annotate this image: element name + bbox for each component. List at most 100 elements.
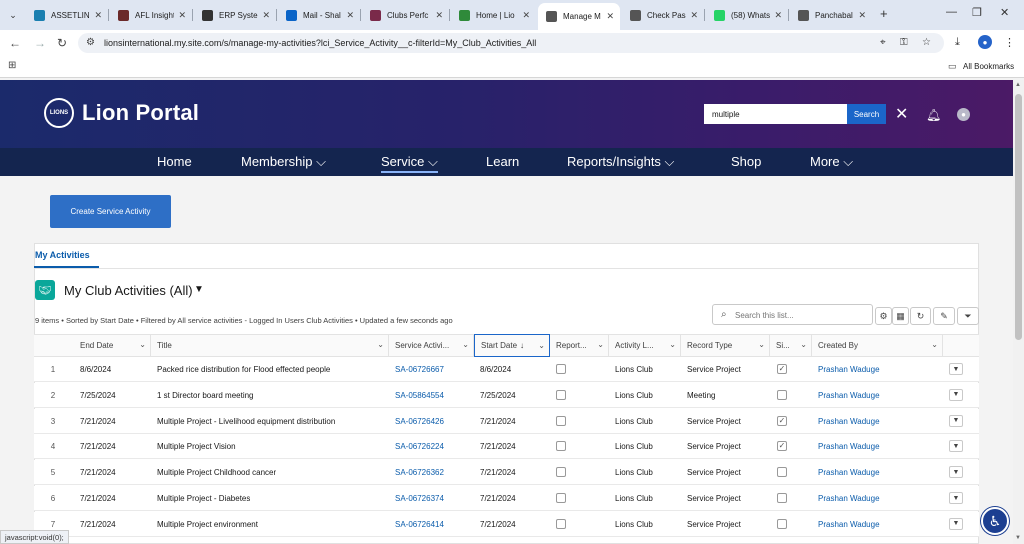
accessibility-icon[interactable]: ♿︎ [981,507,1009,535]
column-header-service-activi[interactable]: Service Activi... ⌄ [389,334,474,357]
browser-tab[interactable]: Manage M ✕ [538,3,620,30]
user-avatar-icon[interactable]: ● [957,108,970,121]
tab-close-icon[interactable]: ✕ [690,10,698,21]
chevron-down-icon[interactable]: ⌄ [462,340,469,349]
row-action-chevron-icon[interactable]: ▼ [949,517,963,530]
back-icon[interactable]: ← [9,36,21,50]
browser-tab[interactable]: Check Pass ✕ [622,4,704,26]
url-field[interactable]: ⚙ lionsinternational.my.site.com/s/manag… [78,33,944,53]
nav-item-more[interactable]: More ⌵ [810,154,853,170]
search-list-box[interactable]: ⌕ [712,304,873,325]
bell-icon[interactable]: 🔔︎ [926,108,941,122]
chevron-down-icon[interactable]: ⌄ [758,340,765,349]
tab-search-icon[interactable]: ⌄ [4,6,22,24]
browser-tab[interactable]: AFL Insight ✕ [110,4,192,26]
cell-created-by-link[interactable]: Prashan Waduge [818,494,880,503]
chevron-down-icon[interactable]: ⌄ [931,340,938,349]
row-action-chevron-icon[interactable]: ▼ [949,492,963,504]
portal-title[interactable]: Lion Portal [82,100,199,126]
row-action-chevron-icon[interactable]: ▼ [949,388,963,401]
site-info-icon[interactable]: ⚙ [86,37,95,48]
cell-activity-id-link[interactable]: SA-06726224 [395,442,444,451]
window-close-icon[interactable]: ✕ [1000,6,1009,19]
edit-pencil-icon[interactable]: ✎ [933,307,955,325]
location-icon[interactable]: ⌖ [880,37,886,48]
minimize-icon[interactable]: — [946,6,957,18]
browser-tab[interactable]: (58) Whats ✕ [706,4,788,26]
apps-grid-icon[interactable]: ⊞ [8,60,16,71]
cell-created-by-link[interactable]: Prashan Waduge [818,417,880,426]
password-key-icon[interactable]: ⚿ [900,37,908,48]
scrollbar-thumb[interactable] [1015,94,1022,340]
browser-menu-icon[interactable]: ⋮ [1004,36,1015,49]
nav-item-service[interactable]: Service ⌵ [381,154,438,173]
tab-close-icon[interactable]: ✕ [346,10,354,21]
cell-created-by-link[interactable]: Prashan Waduge [818,442,880,451]
portal-search-input[interactable] [704,104,848,124]
chevron-down-icon[interactable]: ⌄ [597,340,604,349]
browser-tab[interactable]: Panchabal ✕ [790,4,872,26]
list-view-caret-icon[interactable]: ▼ [194,284,204,295]
search-button[interactable]: Search [847,104,886,124]
column-header-title[interactable]: Title ⌄ [151,334,389,357]
tab-close-icon[interactable]: ✕ [435,10,443,21]
cell-activity-id-link[interactable]: SA-05864554 [395,391,444,400]
close-icon[interactable]: ✕ [895,104,908,124]
tab-close-icon[interactable]: ✕ [606,11,614,22]
column-header-si[interactable]: Si... ⌄ [770,334,812,357]
bookmark-star-icon[interactable]: ☆ [922,37,931,48]
cell-activity-id-link[interactable]: SA-06726426 [395,417,444,426]
chevron-down-icon[interactable]: ⌄ [377,340,384,349]
nav-item-learn[interactable]: Learn [486,154,519,169]
column-header-report[interactable]: Report... ⌄ [550,334,609,357]
new-tab-icon[interactable]: + [880,6,888,21]
scroll-down-icon[interactable]: ▼ [1015,535,1021,541]
list-view-title[interactable]: My Club Activities (All) [64,283,193,298]
scroll-up-icon[interactable]: ▲ [1015,82,1021,88]
url-text[interactable]: lionsinternational.my.site.com/s/manage-… [104,38,536,48]
cell-created-by-link[interactable]: Prashan Waduge [818,520,880,529]
row-action-chevron-icon[interactable]: ▼ [949,466,963,479]
create-service-activity-button[interactable]: Create Service Activity [50,195,171,228]
search-list-input[interactable] [735,308,870,322]
cell-activity-id-link[interactable]: SA-06726362 [395,468,444,477]
column-header-end-date[interactable]: End Date ⌄ [74,334,151,357]
nav-item-reports-insights[interactable]: Reports/Insights ⌵ [567,154,674,170]
browser-tab[interactable]: Mail - Shal ✕ [278,4,360,26]
tab-close-icon[interactable]: ✕ [178,10,186,21]
all-bookmarks-link[interactable]: All Bookmarks [963,62,1014,71]
reload-icon[interactable]: ↻ [57,36,67,50]
lions-logo[interactable]: LIONS [44,98,74,128]
column-header-record-type[interactable]: Record Type ⌄ [681,334,770,357]
column-header-created-by[interactable]: Created By ⌄ [812,334,943,357]
chevron-down-icon[interactable]: ⌄ [669,340,676,349]
column-header-start-date[interactable]: Start Date ↓ ⌄ [474,334,550,357]
row-action-chevron-icon[interactable]: ▼ [949,440,963,453]
restore-icon[interactable]: ❐ [972,6,982,19]
cell-created-by-link[interactable]: Prashan Waduge [818,468,880,477]
profile-icon[interactable]: ● [978,35,992,49]
chevron-down-icon[interactable]: ⌄ [800,340,807,349]
tab-close-icon[interactable]: ✕ [522,10,530,21]
tab-close-icon[interactable]: ✕ [94,10,102,21]
cell-created-by-link[interactable]: Prashan Waduge [818,391,880,400]
cell-activity-id-link[interactable]: SA-06726414 [395,520,444,529]
browser-tab[interactable]: Clubs Perfc ✕ [362,4,449,26]
cell-activity-id-link[interactable]: SA-06726667 [395,365,444,374]
cell-activity-id-link[interactable]: SA-06726374 [395,494,444,503]
browser-tab[interactable]: ERP System ✕ [194,4,276,26]
chevron-down-icon[interactable]: ⌄ [538,341,545,350]
browser-tab[interactable]: Home | Lio ✕ [451,4,536,26]
download-icon[interactable]: ⤓ [955,36,960,49]
column-header-activity-l[interactable]: Activity L... ⌄ [609,334,681,357]
tab-close-icon[interactable]: ✕ [774,10,782,21]
nav-item-shop[interactable]: Shop [731,154,761,169]
list-settings-gear-icon[interactable]: ⚙ [875,307,892,325]
forward-icon[interactable]: → [34,36,46,50]
chevron-down-icon[interactable]: ⌄ [139,340,146,349]
filter-icon[interactable]: ⏷ [957,307,979,325]
tab-close-icon[interactable]: ✕ [262,10,270,21]
refresh-icon[interactable]: ↻ [910,307,931,325]
tab-my-activities[interactable]: My Activities [35,250,90,260]
nav-item-home[interactable]: Home [157,154,192,169]
